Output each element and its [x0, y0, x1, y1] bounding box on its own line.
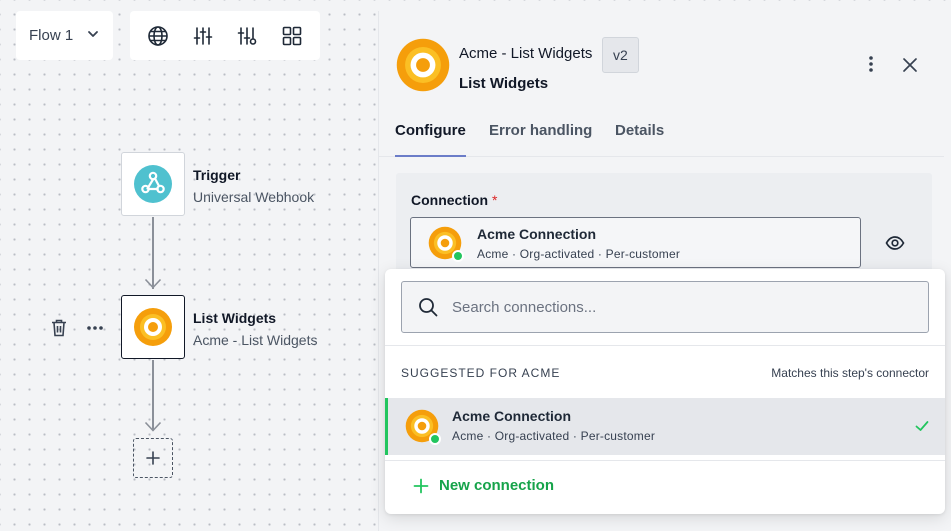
connection-select[interactable]: Acme Connection Acme · Org-activated · P… — [410, 217, 861, 268]
chevron-down-icon — [86, 27, 100, 45]
tab-error-handling[interactable]: Error handling — [489, 122, 592, 139]
flow-connector-line — [152, 360, 154, 430]
grid-icon — [282, 26, 302, 45]
connection-option-text: Acme Connection Acme · Org-activated · P… — [452, 408, 655, 443]
acme-logo-icon — [134, 308, 172, 346]
connection-search[interactable] — [401, 281, 929, 333]
connection-option[interactable]: Acme Connection Acme · Org-activated · P… — [385, 398, 945, 455]
step-node-text: List Widgets Acme - List Widgets — [193, 310, 317, 348]
add-step-button[interactable] — [133, 438, 173, 478]
flow-selector-label: Flow 1 — [29, 27, 74, 44]
version-badge[interactable]: v2 — [602, 37, 639, 73]
panel-step-logo — [394, 36, 452, 99]
more-horizontal-icon — [87, 326, 103, 330]
dropdown-divider — [385, 345, 945, 346]
connection-field-label: Connection * — [411, 192, 497, 208]
panel-close-button[interactable] — [901, 56, 919, 79]
panel-more-button[interactable] — [862, 55, 880, 75]
flow-selector[interactable]: Flow 1 — [16, 11, 113, 60]
layout-grid-button[interactable] — [274, 18, 310, 54]
canvas-toolbar — [130, 11, 320, 60]
trigger-node[interactable] — [121, 152, 185, 216]
suggested-section-title: SUGGESTED FOR ACME — [401, 366, 561, 380]
search-icon — [419, 298, 438, 317]
step-more-button[interactable] — [86, 318, 106, 338]
step-node-list-widgets[interactable] — [121, 295, 185, 359]
step-node-title: List Widgets — [193, 310, 277, 326]
eye-icon — [885, 236, 905, 250]
view-connection-button[interactable] — [885, 234, 905, 257]
connection-logo — [427, 225, 464, 262]
plus-icon — [146, 451, 160, 465]
arrow-down-icon — [144, 278, 162, 289]
panel-title: Acme - List Widgets — [459, 45, 593, 62]
connection-dropdown: SUGGESTED FOR ACME Matches this step's c… — [385, 269, 945, 514]
settings-sliders-button[interactable] — [185, 18, 221, 54]
dropdown-divider — [385, 460, 945, 461]
connection-search-input[interactable] — [452, 298, 892, 316]
new-connection-button[interactable]: New connection — [413, 477, 554, 494]
plus-icon — [413, 478, 429, 493]
trigger-node-title: Trigger — [193, 167, 241, 183]
new-connection-label: New connection — [439, 477, 555, 494]
more-vertical-icon — [869, 56, 873, 72]
connection-option-meta: Acme · Org-activated · Per-customer — [452, 429, 656, 443]
check-icon — [915, 419, 929, 437]
connection-option-name: Acme Connection — [452, 408, 572, 424]
connection-select-text: Acme Connection Acme · Org-activated · P… — [477, 226, 680, 261]
sliders-filter-icon — [237, 26, 257, 45]
webhook-icon — [134, 165, 172, 203]
tab-configure[interactable]: Configure — [395, 122, 466, 139]
connection-label-text: Connection — [411, 192, 488, 208]
suggested-section-hint: Matches this step's connector — [771, 366, 929, 380]
status-active-dot — [429, 433, 441, 445]
sliders-vertical-icon — [193, 26, 213, 45]
step-node-subtitle: Acme - List Widgets — [193, 332, 318, 348]
acme-logo-icon — [396, 38, 450, 92]
globe-button[interactable] — [140, 18, 176, 54]
status-active-dot — [452, 250, 464, 262]
tab-details[interactable]: Details — [615, 122, 664, 139]
arrow-down-icon — [144, 421, 162, 432]
filter-sliders-button[interactable] — [229, 18, 265, 54]
trigger-node-subtitle: Universal Webhook — [193, 189, 315, 205]
trigger-node-text: Trigger Universal Webhook — [193, 167, 314, 205]
connection-select-meta: Acme · Org-activated · Per-customer — [477, 247, 681, 261]
connection-option-logo — [404, 408, 441, 445]
panel-subtitle: List Widgets — [459, 75, 549, 92]
required-indicator: * — [492, 192, 498, 208]
delete-step-button[interactable] — [50, 318, 68, 338]
close-icon — [903, 58, 917, 72]
active-tab-indicator — [395, 155, 466, 157]
connection-select-name: Acme Connection — [477, 226, 597, 242]
globe-icon — [148, 25, 169, 46]
trash-icon — [52, 319, 66, 337]
